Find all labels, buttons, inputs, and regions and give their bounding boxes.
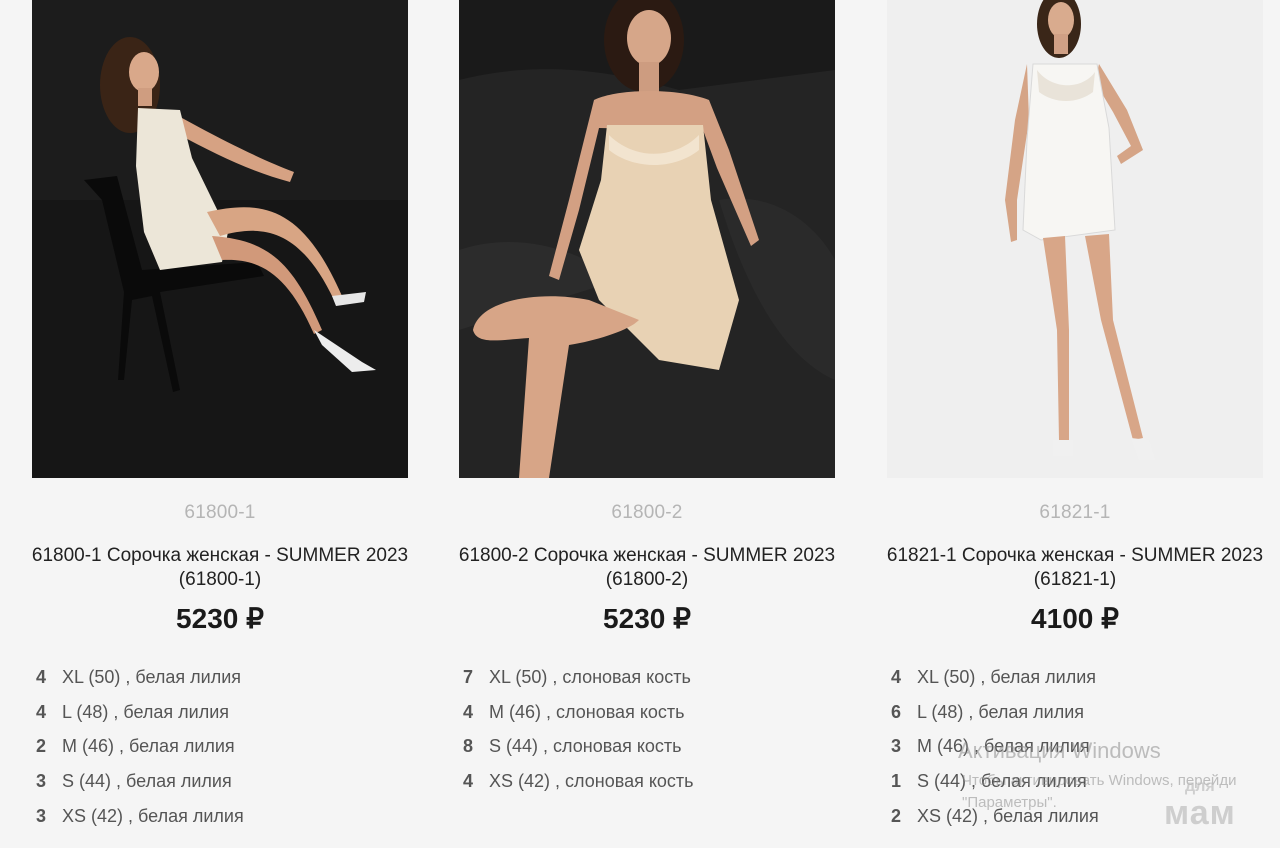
product-title[interactable]: 61800-1 Сорочка женская - SUMMER 2023 (6…: [26, 544, 414, 592]
stock-separator: ,: [123, 805, 139, 826]
product-price: 4100 ₽: [1031, 603, 1119, 634]
stock-separator: ,: [114, 736, 130, 757]
stock-separator: ,: [538, 736, 554, 757]
product-price: 5230 ₽: [603, 603, 691, 634]
stock-list: 7 XL (50) , слоновая кость 4 M (46) , слон…: [463, 660, 694, 799]
stock-separator: ,: [963, 701, 979, 722]
stock-qty: 4: [463, 701, 474, 722]
logo-bottom-text: мам: [1164, 794, 1236, 832]
stock-size: S (44): [489, 736, 539, 757]
windows-activation-title: Активация Windows: [958, 738, 1161, 763]
stock-size: S (44): [62, 771, 112, 792]
product-article: 61821-1: [1039, 502, 1111, 523]
stock-item: 4 XL (50) , белая лилия: [891, 660, 1099, 695]
stock-color: белая лилия: [135, 666, 242, 687]
stock-list: 4 XL (50) , белая лилия 4 L (48) , белая л…: [36, 660, 244, 834]
stock-color: белая лилия: [123, 701, 230, 722]
stock-qty: 1: [891, 771, 902, 792]
stock-qty: 4: [36, 666, 47, 687]
stock-size: XS (42): [489, 771, 551, 792]
stock-qty: 4: [36, 701, 47, 722]
stock-item: 3 S (44) , белая лилия: [36, 764, 244, 799]
stock-item: 4 M (46) , слоновая кость: [463, 695, 694, 730]
stock-qty: 3: [36, 771, 47, 792]
stock-separator: ,: [547, 666, 563, 687]
stock-color: белая лилия: [129, 736, 235, 757]
stock-separator: ,: [541, 701, 557, 722]
stock-qty: 3: [36, 805, 47, 826]
stock-item: 8 S (44) , слоновая кость: [463, 730, 694, 765]
stock-qty: 2: [891, 805, 902, 826]
site-logo: для мам: [1164, 778, 1236, 830]
stock-item: 2 M (46) , белая лилия: [36, 730, 244, 765]
stock-size: M (46): [489, 701, 542, 722]
product-article: 61800-1: [184, 502, 256, 523]
stock-qty: 2: [36, 736, 47, 757]
product-photo-1[interactable]: [32, 0, 408, 478]
stock-item: 4 XL (50) , белая лилия: [36, 660, 244, 695]
stock-size: S (44): [917, 771, 967, 792]
stock-color: белая лилия: [990, 666, 1097, 687]
stock-color: слоновая кость: [553, 736, 682, 757]
stock-separator: ,: [550, 771, 566, 792]
product-article: 61800-2: [611, 502, 683, 523]
stock-color: белая лилия: [138, 805, 244, 826]
stock-qty: 4: [891, 666, 902, 687]
stock-item: 7 XL (50) , слоновая кость: [463, 660, 694, 695]
product-title[interactable]: 61800-2 Сорочка женская - SUMMER 2023 (6…: [453, 544, 841, 592]
product-photo-2[interactable]: [459, 0, 835, 478]
stock-qty: 6: [891, 701, 902, 722]
stock-size: L (48): [917, 701, 964, 722]
stock-size: XL (50): [917, 666, 976, 687]
stock-separator: ,: [120, 666, 136, 687]
stock-color: слоновая кость: [556, 701, 685, 722]
stock-color: слоновая кость: [562, 666, 691, 687]
stock-qty: 4: [463, 771, 474, 792]
stock-separator: ,: [975, 666, 991, 687]
product-photo-3[interactable]: [887, 0, 1263, 478]
stock-size: M (46): [62, 736, 115, 757]
stock-qty: 7: [463, 666, 474, 687]
stock-qty: 8: [463, 736, 474, 757]
stock-size: L (48): [62, 701, 109, 722]
product-title[interactable]: 61821-1 Сорочка женская - SUMMER 2023 (6…: [881, 544, 1269, 592]
stock-item: 4 XS (42) , слоновая кость: [463, 764, 694, 799]
stock-color: белая лилия: [126, 771, 232, 792]
stock-item: 4 L (48) , белая лилия: [36, 695, 244, 730]
stock-qty: 3: [891, 736, 902, 757]
stock-separator: ,: [108, 701, 124, 722]
stock-size: XL (50): [62, 666, 121, 687]
stock-item: 3 XS (42) , белая лилия: [36, 799, 244, 834]
stock-item: 6 L (48) , белая лилия: [891, 695, 1099, 730]
stock-color: белая лилия: [978, 701, 1085, 722]
stock-size: XS (42): [62, 805, 124, 826]
stock-color: слоновая кость: [565, 771, 694, 792]
stock-size: XL (50): [489, 666, 548, 687]
stock-separator: ,: [111, 771, 127, 792]
product-price: 5230 ₽: [176, 603, 264, 634]
